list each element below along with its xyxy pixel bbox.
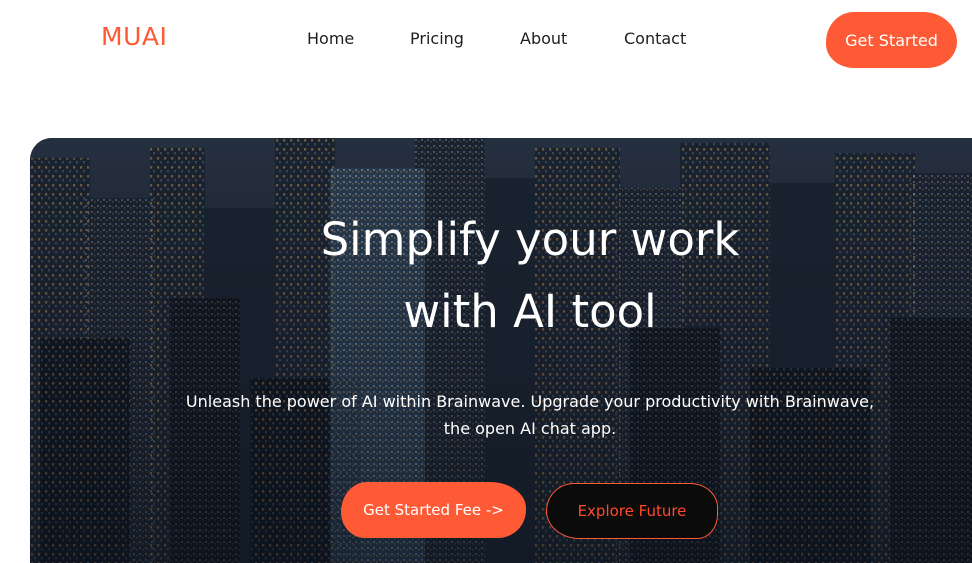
hero-subtitle-line-1: Unleash the power of AI within Brainwave… <box>185 392 875 411</box>
hero-title-line-2: with AI tool <box>403 285 657 338</box>
logo[interactable]: MUAI <box>101 22 167 51</box>
hero-subtitle-line-2: the open AI chat app. <box>443 419 617 438</box>
hero-title-line-1: Simplify your work <box>320 213 740 266</box>
nav-link-contact[interactable]: Contact <box>624 29 686 48</box>
hero-section: Simplify your work with AI tool Unleash … <box>30 138 972 563</box>
site-header: MUAI Home Pricing About Contact Get Star… <box>0 0 972 80</box>
nav-link-pricing[interactable]: Pricing <box>410 29 464 48</box>
landing-page: MUAI Home Pricing About Contact Get Star… <box>0 0 972 563</box>
get-started-button[interactable]: Get Started <box>826 12 957 68</box>
nav-link-home[interactable]: Home <box>307 29 354 48</box>
explore-future-button[interactable]: Explore Future <box>546 483 718 539</box>
nav-link-about[interactable]: About <box>520 29 567 48</box>
get-started-free-button[interactable]: Get Started Fee -> <box>341 482 526 538</box>
